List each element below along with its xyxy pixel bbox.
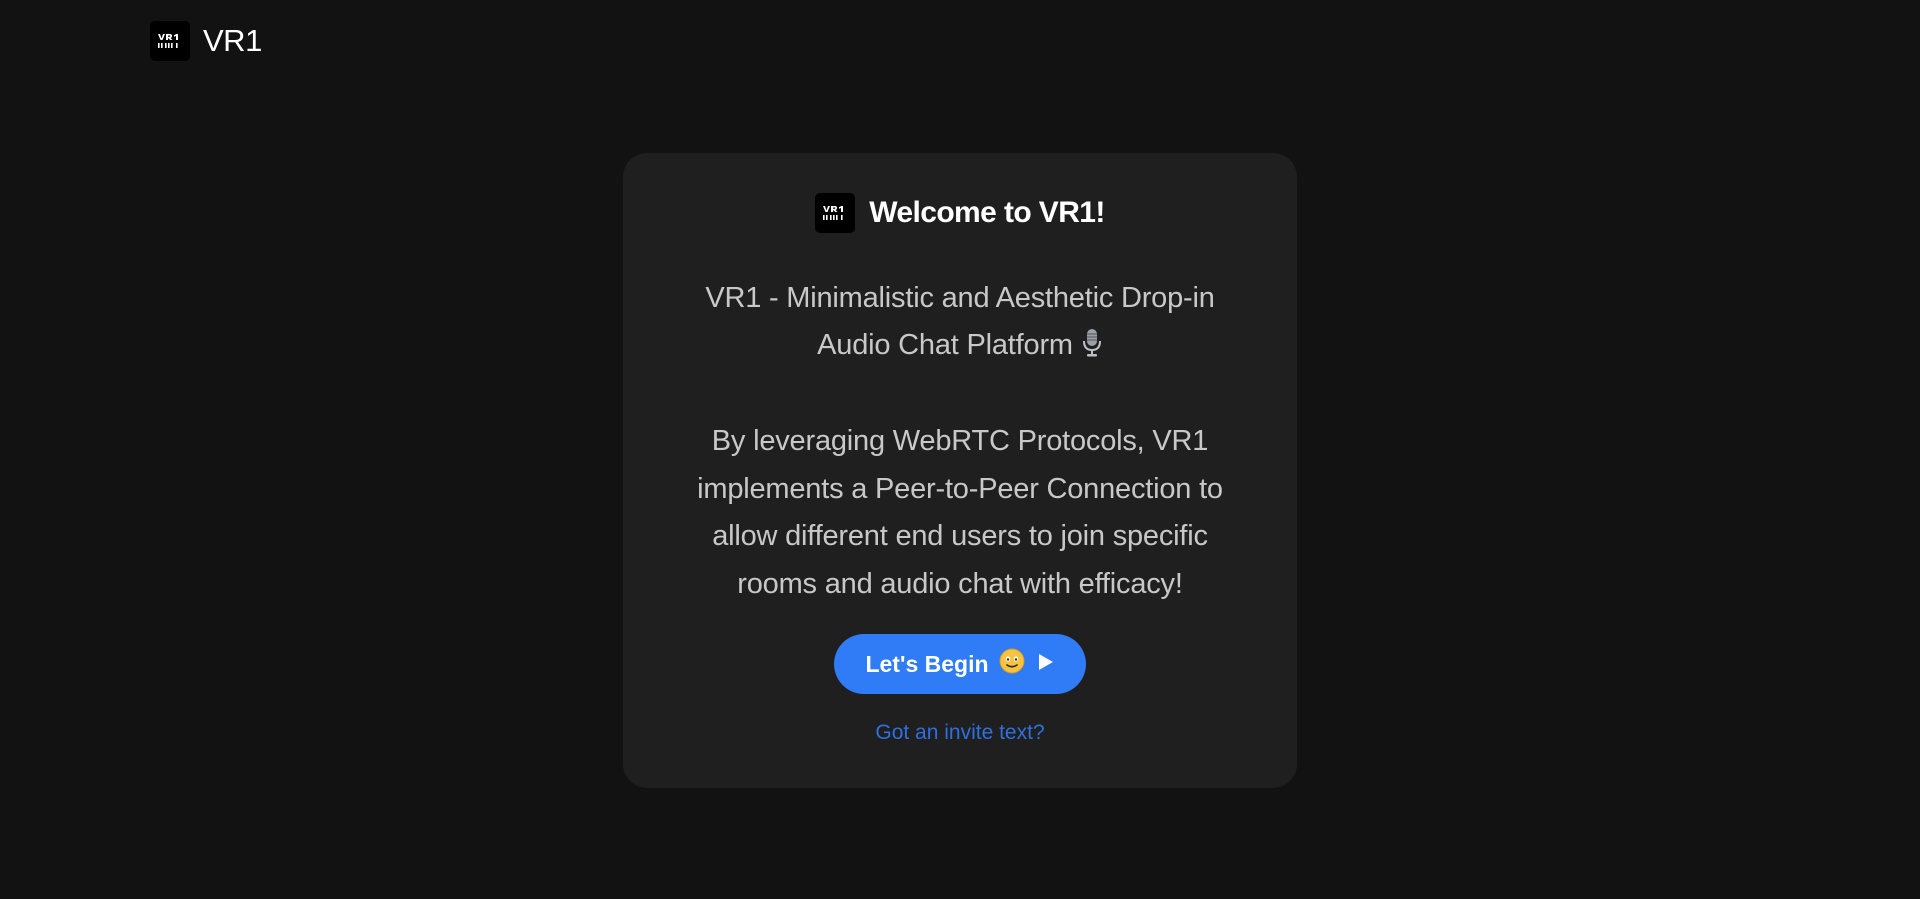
- vr1-logo-mark: [158, 34, 178, 48]
- microphone-icon: [1081, 326, 1103, 373]
- card-header: Welcome to VR1!: [623, 193, 1297, 233]
- lets-begin-label: Let's Begin: [865, 650, 989, 677]
- lets-begin-button[interactable]: Let's Begin: [834, 634, 1086, 694]
- card-logo: [815, 193, 856, 233]
- description: By leveraging WebRTC Protocols, VR1 impl…: [697, 425, 1223, 600]
- brand-name[interactable]: VR1: [203, 23, 262, 59]
- tagline: VR1 - Minimalistic and Aesthetic Drop-in…: [683, 275, 1237, 373]
- navbar: VR1: [150, 21, 262, 61]
- vr1-logo-mark: [823, 206, 844, 220]
- page-title: Welcome to VR1!: [869, 196, 1105, 229]
- app-logo[interactable]: [150, 21, 190, 61]
- tagline-text: VR1 - Minimalistic and Aesthetic Drop-in…: [705, 282, 1215, 361]
- play-icon: [1037, 651, 1055, 678]
- smiling-face-icon: [999, 648, 1025, 680]
- welcome-card: Welcome to VR1! VR1 - Minimalistic and A…: [623, 153, 1297, 788]
- invite-link[interactable]: Got an invite text?: [623, 721, 1297, 745]
